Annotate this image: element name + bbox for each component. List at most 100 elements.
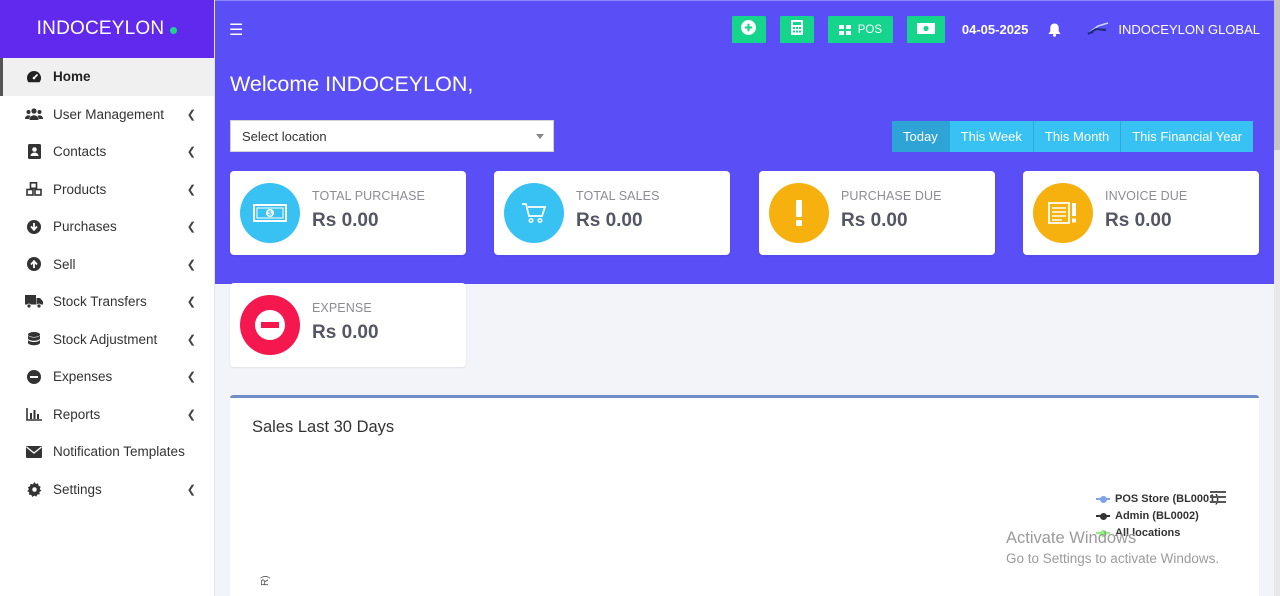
sidebar-item-contacts[interactable]: Contacts ❮ [0, 133, 214, 171]
page-scrollbar[interactable] [1274, 0, 1280, 596]
dashboard-icon [25, 69, 43, 85]
calculator-icon [790, 19, 803, 40]
contacts-icon [25, 144, 43, 160]
stat-value: Rs 0.00 [312, 210, 379, 231]
chart-y-axis-label: R) [260, 575, 271, 586]
sidebar-item-products[interactable]: Products ❮ [0, 171, 214, 209]
stat-card-total-sales: TOTAL SALES Rs 0.00 [494, 171, 730, 255]
sidebar-item-label: User Management [53, 106, 165, 122]
calculator-button[interactable] [779, 16, 814, 43]
add-button[interactable] [731, 16, 766, 43]
chevron-left-icon: ❮ [186, 408, 196, 421]
user-name: INDOCEYLON GLOBAL [1118, 22, 1260, 37]
chevron-left-icon: ❮ [186, 483, 196, 496]
sidebar-item-settings[interactable]: Settings ❮ [0, 471, 214, 509]
legend-label: POS Store (BL0001) [1115, 492, 1219, 505]
cart-icon [504, 183, 564, 243]
stat-card-invoice-due: INVOICE DUE Rs 0.00 [1023, 171, 1259, 255]
sidebar-item-label: Stock Transfers [53, 294, 147, 310]
arrow-circle-down-icon [25, 219, 43, 235]
chevron-left-icon: ❮ [186, 371, 196, 384]
sidebar-item-label: Purchases [53, 219, 117, 235]
watermark-line2: Go to Settings to activate Windows. [1006, 551, 1220, 566]
bell-icon[interactable] [1048, 22, 1064, 38]
truck-icon [25, 294, 43, 310]
arrow-circle-up-icon [25, 256, 43, 272]
legend-item[interactable]: POS Store (BL0001) [1096, 490, 1219, 507]
location-select[interactable]: Select location [230, 120, 554, 152]
sidebar: INDOCEYLON Home User Management ❮ Contac… [0, 0, 215, 596]
brand-logo[interactable]: INDOCEYLON [0, 0, 214, 58]
chevron-left-icon: ❮ [186, 258, 196, 271]
sidebar-item-stock-transfers[interactable]: Stock Transfers ❮ [0, 283, 214, 321]
stat-value: Rs 0.00 [841, 210, 908, 231]
stat-title: INVOICE DUE [1105, 189, 1188, 203]
date-filter-group: Today This Week This Month This Financia… [892, 121, 1254, 152]
plus-circle-icon [741, 19, 757, 40]
chevron-left-icon: ❮ [186, 146, 196, 159]
sidebar-item-label: Stock Adjustment [53, 331, 158, 347]
sidebar-item-notification-templates[interactable]: Notification Templates [0, 433, 214, 471]
exclamation-icon [769, 183, 829, 243]
chevron-left-icon: ❮ [186, 221, 196, 234]
chart-menu-icon[interactable] [1210, 490, 1226, 508]
sidebar-item-reports[interactable]: Reports ❮ [0, 396, 214, 434]
sidebar-item-label: Home [53, 69, 91, 85]
online-dot-icon [170, 27, 178, 34]
legend-marker-icon [1096, 512, 1110, 520]
money-icon: $ [240, 183, 300, 243]
location-select-value: Select location [242, 128, 327, 144]
stat-title: EXPENSE [312, 301, 372, 315]
chevron-left-icon: ❮ [186, 333, 196, 346]
page-title: Welcome INDOCEYLON, [230, 72, 474, 96]
legend-item[interactable]: Admin (BL0002) [1096, 507, 1219, 524]
sidebar-item-stock-adjustment[interactable]: Stock Adjustment ❮ [0, 321, 214, 359]
chevron-left-icon: ❮ [186, 108, 196, 121]
sidebar-item-label: Expenses [53, 369, 113, 385]
minus-circle-icon [25, 369, 43, 385]
database-icon [25, 331, 43, 347]
pos-button[interactable]: POS [827, 16, 893, 43]
sidebar-item-label: Reports [53, 406, 101, 422]
envelope-icon [25, 444, 43, 460]
cubes-icon [25, 181, 43, 197]
stat-value: Rs 0.00 [312, 322, 379, 343]
windows-activation-watermark: Activate Windows Go to Settings to activ… [1006, 529, 1219, 566]
user-menu[interactable]: INDOCEYLON GLOBAL [1086, 20, 1260, 40]
stat-card-expense: EXPENSE Rs 0.00 [230, 283, 466, 367]
caret-down-icon [536, 134, 544, 139]
legend-marker-icon [1096, 495, 1110, 503]
stat-title: TOTAL PURCHASE [312, 189, 425, 203]
money-bill-icon [916, 21, 935, 39]
filter-this-week[interactable]: This Week [949, 121, 1034, 152]
stat-card-purchase-due: PURCHASE DUE Rs 0.00 [759, 171, 995, 255]
sidebar-item-user-management[interactable]: User Management ❮ [0, 96, 214, 134]
sidebar-item-purchases[interactable]: Purchases ❮ [0, 208, 214, 246]
chart-title: Sales Last 30 Days [252, 418, 395, 436]
chevron-left-icon: ❮ [186, 296, 196, 309]
filter-today[interactable]: Today [892, 121, 950, 152]
sidebar-item-label: Sell [53, 256, 76, 272]
stat-title: PURCHASE DUE [841, 189, 942, 203]
menu-toggle-icon[interactable]: ☰ [229, 20, 249, 40]
gear-icon [25, 481, 43, 497]
grid-icon [838, 24, 851, 35]
sidebar-item-label: Products [53, 181, 107, 197]
brand-name: INDOCEYLON [36, 18, 165, 39]
sidebar-menu: Home User Management ❮ Contacts ❮ Produc… [0, 58, 214, 508]
top-header: ☰ POS 04-05-2025 INDOCEYLON GLOBAL [215, 0, 1280, 58]
cash-register-button[interactable] [906, 16, 945, 43]
sidebar-item-label: Notification Templates [53, 444, 185, 460]
scrollbar-thumb[interactable] [1274, 0, 1280, 150]
filter-this-month[interactable]: This Month [1033, 121, 1122, 152]
chevron-left-icon: ❮ [186, 183, 196, 196]
filter-this-financial-year[interactable]: This Financial Year [1121, 121, 1254, 152]
svg-text:$: $ [268, 211, 272, 218]
sidebar-item-sell[interactable]: Sell ❮ [0, 246, 214, 284]
users-icon [25, 106, 43, 122]
header-actions: POS 04-05-2025 INDOCEYLON GLOBAL [718, 1, 1260, 59]
sidebar-item-home[interactable]: Home [0, 58, 214, 96]
minus-circle-icon [240, 295, 300, 355]
sidebar-item-label: Contacts [53, 144, 107, 160]
sidebar-item-expenses[interactable]: Expenses ❮ [0, 358, 214, 396]
